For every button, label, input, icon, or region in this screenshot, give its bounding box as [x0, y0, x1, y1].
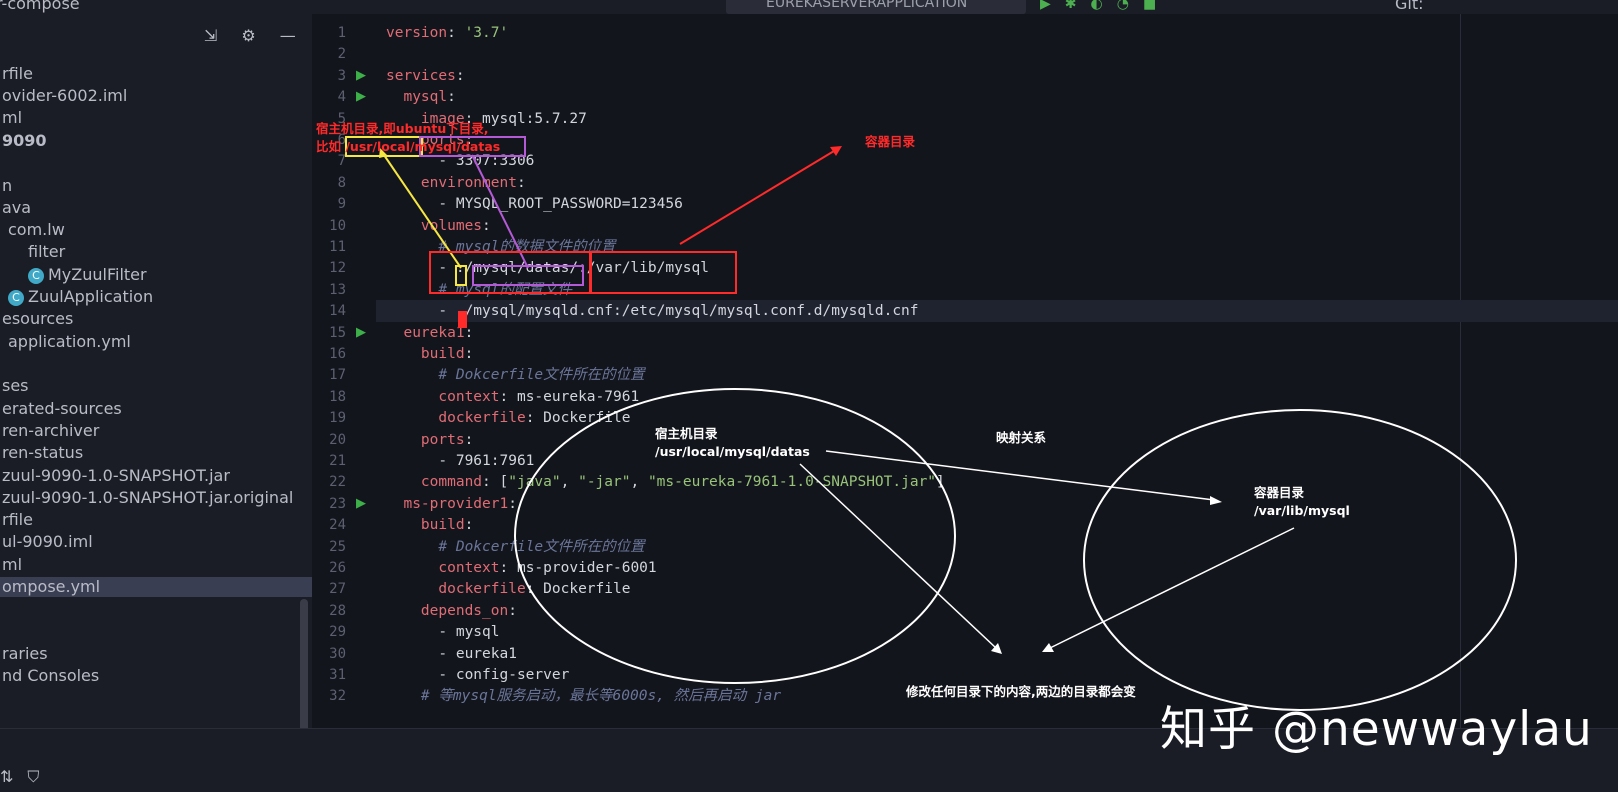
container-change-arrow: [1049, 527, 1295, 649]
purple-datas-box: [472, 265, 584, 286]
red-arrow-line: [679, 150, 835, 245]
red-cursor-mark: [458, 311, 467, 328]
container-dir-path: /var/lib/mysql: [1254, 503, 1350, 518]
host-change-arrow: [799, 463, 997, 649]
mapping-label: 映射关系: [996, 430, 1047, 445]
change-note: 修改任何目录下的内容,两边的目录都会变: [906, 684, 1136, 699]
host-ellipse: [514, 388, 956, 684]
yellow-dot-box: [455, 265, 467, 286]
container-dir-label-top: 容器目录: [865, 134, 916, 149]
host-dir-note-line1: 宿主机目录,即ubuntu下目录,: [316, 121, 489, 136]
container-dir-title: 容器目录: [1254, 485, 1305, 500]
mapping-arrowhead: [1210, 496, 1222, 505]
container-ellipse: [1083, 409, 1517, 711]
red-container-path-box: [589, 251, 737, 294]
host-dir-title: 宿主机目录: [655, 426, 718, 441]
mapping-arrow-line: [825, 450, 1215, 501]
host-dir-note-line2: 比如 /usr/local/mysql/datas: [316, 139, 501, 154]
host-dir-path: /usr/local/mysql/datas: [655, 444, 810, 459]
annotation-overlay: [345, 136, 1517, 711]
red-arrowhead: [830, 146, 842, 156]
zhihu-watermark: 知乎 @newwaylau: [1160, 702, 1593, 757]
